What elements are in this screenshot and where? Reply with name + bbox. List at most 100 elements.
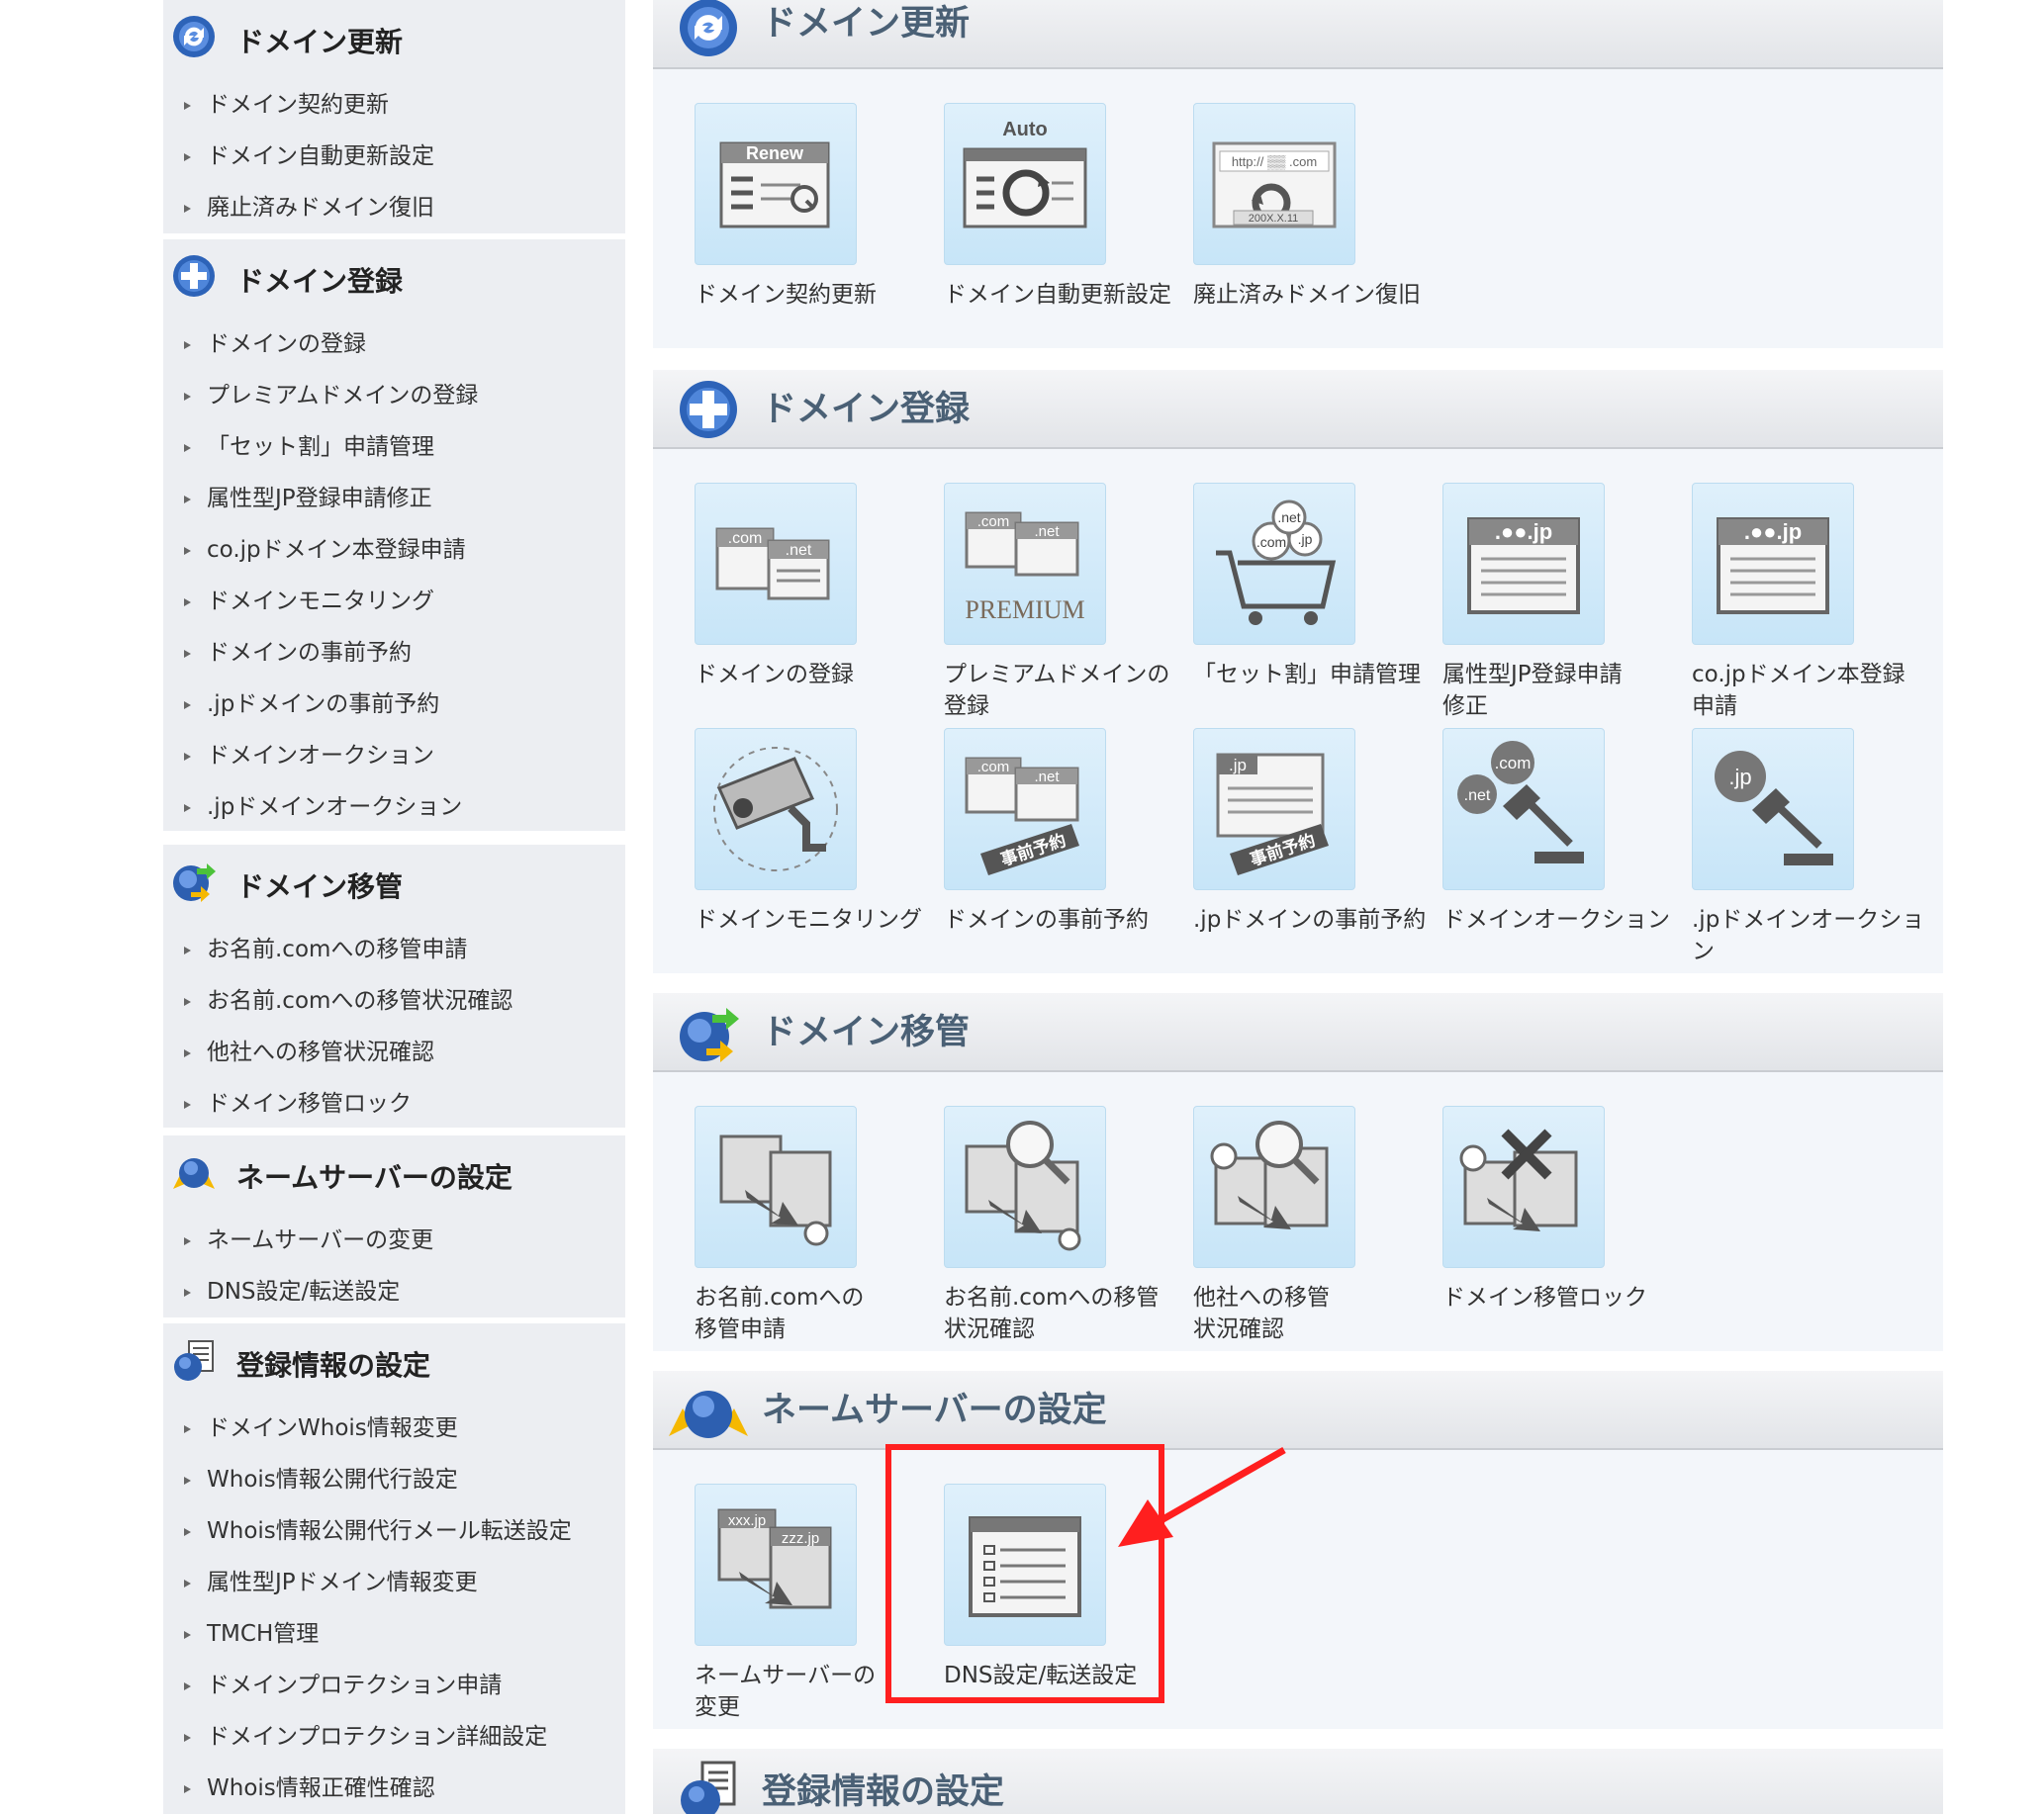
sidebar-item-whois-mail-forward[interactable]: Whois情報公開代行メール転送設定 — [163, 1505, 625, 1557]
jp-auction-gavel-icon: .jp — [1692, 728, 1854, 890]
tile-label: .jpドメインオークショ ン — [1692, 904, 1929, 967]
tile-label: ドメインの事前予約 — [944, 904, 1181, 936]
panel-title: ドメイン移管 — [762, 1013, 971, 1052]
panel-header: ネームサーバーの設定 — [653, 1371, 1943, 1450]
tile-label: 他社への移管 状況確認 — [1193, 1282, 1431, 1345]
panel-header: ドメイン更新 — [653, 0, 1943, 69]
tile-label-line: 「セット割」申請管理 — [1193, 662, 1421, 687]
page: ドメイン更新 ドメイン契約更新 ドメイン自動更新設定 廃止済みドメイン復旧 ドメ… — [0, 0, 2044, 1814]
sidebar-item-protection-request[interactable]: ドメインプロテクション申請 — [163, 1660, 625, 1711]
renew-icon — [173, 16, 215, 57]
sidebar-item-nameserver-change[interactable]: ネームサーバーの変更 — [163, 1215, 625, 1266]
sidebar-item-premium-register[interactable]: プレミアムドメインの登録 — [163, 370, 625, 421]
sidebar-item-auto-renewal[interactable]: ドメイン自動更新設定 — [163, 131, 625, 182]
sidebar-item-whois-privacy[interactable]: Whois情報公開代行設定 — [163, 1454, 625, 1505]
panel-registrant: 登録情報の設定 — [653, 1749, 1943, 1814]
panel-title: ネームサーバーの設定 — [762, 1391, 1107, 1430]
tile-label: お名前.comへの 移管申請 — [695, 1282, 932, 1345]
domain-register-icon: .com .net — [695, 483, 857, 645]
registrant-info-icon — [681, 1761, 736, 1814]
tile-img-text: .jp — [1229, 756, 1247, 774]
tile-label-line: 状況確認 — [1193, 1316, 1284, 1342]
tile-img-text: .jp — [1728, 765, 1751, 789]
red-arrow-icon — [1118, 1446, 1286, 1547]
panel-renewal: ドメイン更新 Renew ドメイン契約更新 Auto ドメイン自動更新設定 ht… — [653, 0, 1943, 348]
tile-label: .jpドメインの事前予約 — [1193, 904, 1431, 936]
sidebar-section-title: 登録情報の設定 — [236, 1349, 431, 1382]
sidebar-item-pre-reservation[interactable]: ドメインの事前予約 — [163, 627, 625, 679]
sidebar-item-restore-domain[interactable]: 廃止済みドメイン復旧 — [163, 182, 625, 233]
tile-label-line: ドメイン自動更新設定 — [944, 282, 1171, 308]
sidebar-item-contract-renewal[interactable]: ドメイン契約更新 — [163, 79, 625, 131]
tile-img-extra: 事前予約 — [998, 830, 1068, 870]
tile-label-line: 他社への移管 — [1193, 1285, 1330, 1311]
tile-label-line: 廃止済みドメイン復旧 — [1193, 282, 1421, 308]
sidebar-section-header[interactable]: ドメイン登録 — [163, 239, 625, 318]
sidebar-item-jp-info-change[interactable]: 属性型JPドメイン情報変更 — [163, 1557, 625, 1608]
auction-gavel-icon: .com .net — [1442, 728, 1605, 890]
panel-registration: ドメイン登録 .com .net ドメインの登録 .com .net PREMI… — [653, 370, 1943, 973]
sidebar-item-protection-detail[interactable]: ドメインプロテクション詳細設定 — [163, 1711, 625, 1763]
tile-label-line: ドメインの事前予約 — [944, 907, 1149, 933]
panel-title: 登録情報の設定 — [762, 1772, 1005, 1812]
premium-domain-icon: .com .net PREMIUM — [944, 483, 1106, 645]
sidebar: ドメイン更新 ドメイン契約更新 ドメイン自動更新設定 廃止済みドメイン復旧 ドメ… — [163, 0, 625, 1814]
sidebar-item-jp-attribute[interactable]: 属性型JP登録申請修正 — [163, 473, 625, 524]
tile-img-text: http:// ▒▒ .com — [1232, 154, 1317, 170]
tile-label-line: .jpドメインの事前予約 — [1193, 907, 1427, 933]
sidebar-item-whois-change[interactable]: ドメインWhois情報変更 — [163, 1403, 625, 1454]
tile-img-subtext: .net — [1277, 509, 1300, 525]
sidebar-section-header[interactable]: 登録情報の設定 — [163, 1323, 625, 1403]
tile-img-text: .com — [1256, 534, 1286, 550]
panel-transfer: ドメイン移管 お名前.comへの 移管申請 お名前.comへの移管 状況確認 他… — [653, 993, 1943, 1351]
sidebar-list: ドメイン契約更新 ドメイン自動更新設定 廃止済みドメイン復旧 — [163, 79, 625, 233]
tile-label-line: プレミアムドメインの — [944, 662, 1170, 687]
tile-label: ドメイン自動更新設定 — [944, 279, 1181, 311]
sidebar-item-set-discount[interactable]: 「セット割」申請管理 — [163, 421, 625, 473]
tile-label-line: ドメイン移管ロック — [1442, 1285, 1647, 1311]
tile-label: 属性型JP登録申請 修正 — [1442, 659, 1680, 722]
sidebar-item-outbound-status[interactable]: 他社への移管状況確認 — [163, 1027, 625, 1078]
nameserver-icon — [173, 1158, 215, 1189]
sidebar-item-whois-accuracy[interactable]: Whois情報正確性確認 — [163, 1763, 625, 1814]
tile-label-line: 修正 — [1442, 693, 1488, 719]
tile-label: ドメインオークション — [1442, 904, 1680, 936]
sidebar-section-transfer: ドメイン移管 お名前.comへの移管申請 お名前.comへの移管状況確認 他社へ… — [163, 845, 625, 1128]
sidebar-item-dns-settings[interactable]: DNS設定/転送設定 — [163, 1266, 625, 1317]
sidebar-section-title: ドメイン登録 — [236, 265, 404, 298]
transfer-lock-icon — [1442, 1106, 1605, 1268]
sidebar-item-auction[interactable]: ドメインオークション — [163, 730, 625, 781]
renew-icon: Renew — [695, 103, 857, 265]
transfer-globe-icon — [680, 1008, 739, 1062]
sidebar-section-title: ドメイン更新 — [236, 26, 404, 58]
tile-label-line: 移管申請 — [695, 1316, 786, 1342]
sidebar-item-transfer-request[interactable]: お名前.comへの移管申請 — [163, 924, 625, 975]
tile-label: ドメインの登録 — [695, 659, 932, 690]
sidebar-item-cojp-register[interactable]: co.jpドメイン本登録申請 — [163, 524, 625, 576]
tile-img-text: .com — [1495, 754, 1532, 772]
sidebar-item-monitoring[interactable]: ドメインモニタリング — [163, 576, 625, 627]
tile-img-text: Renew — [746, 143, 804, 163]
tile-img-subtext: .net — [1034, 769, 1060, 785]
sidebar-section-header[interactable]: ドメイン更新 — [163, 0, 625, 79]
sidebar-item-transfer-lock[interactable]: ドメイン移管ロック — [163, 1078, 625, 1130]
tile-label-line: .jpドメインオークショ — [1692, 907, 1925, 933]
sidebar-section-registration: ドメイン登録 ドメインの登録 プレミアムドメインの登録 「セット割」申請管理 属… — [163, 239, 625, 831]
tile-label: お名前.comへの移管 状況確認 — [944, 1282, 1181, 1345]
restore-domain-icon: http:// ▒▒ .com 200X.X.11 — [1193, 103, 1355, 265]
sidebar-item-jp-pre-reservation[interactable]: .jpドメインの事前予約 — [163, 679, 625, 730]
outbound-transfer-status-icon — [1193, 1106, 1355, 1268]
monitoring-camera-icon — [695, 728, 857, 890]
sidebar-item-transfer-status[interactable]: お名前.comへの移管状況確認 — [163, 975, 625, 1027]
sidebar-section-header[interactable]: ネームサーバーの設定 — [163, 1135, 625, 1215]
sidebar-section-header[interactable]: ドメイン移管 — [163, 845, 625, 924]
sidebar-item-tmch[interactable]: TMCH管理 — [163, 1608, 625, 1660]
tile-img-text: Auto — [1002, 119, 1048, 140]
sidebar-list: ネームサーバーの変更 DNS設定/転送設定 — [163, 1215, 625, 1317]
sidebar-item-domain-register[interactable]: ドメインの登録 — [163, 318, 625, 370]
sidebar-section-title: ネームサーバーの設定 — [236, 1161, 512, 1194]
tile-label-line: ドメイン契約更新 — [695, 282, 877, 308]
tile-img-text: .●●.jp — [1495, 519, 1552, 544]
set-discount-cart-icon: .com .net .jp — [1193, 483, 1355, 645]
sidebar-item-jp-auction[interactable]: .jpドメインオークション — [163, 781, 625, 833]
